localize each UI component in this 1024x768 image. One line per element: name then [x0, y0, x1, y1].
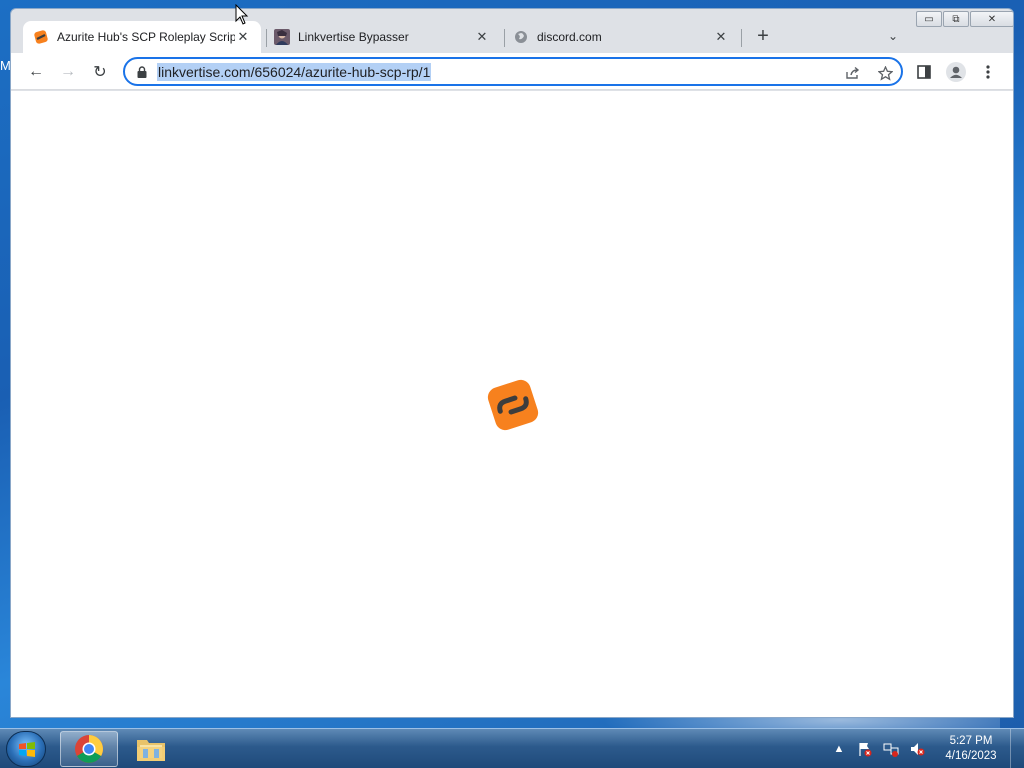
share-icon[interactable]	[843, 63, 863, 83]
tab-title: Azurite Hub's SCP Roleplay Scrip	[57, 30, 235, 44]
menu-kebab-icon[interactable]	[975, 59, 1001, 85]
windows-logo-icon	[19, 742, 35, 757]
minimize-button[interactable]: ▭	[916, 11, 942, 27]
system-clock[interactable]: 5:27 PM 4/16/2023	[938, 734, 1004, 764]
tab-title: Linkvertise Bypasser	[298, 30, 409, 44]
linkvertise-loading-logo	[487, 379, 539, 431]
globe-icon	[513, 29, 529, 45]
close-tab-icon[interactable]: ✕	[235, 29, 251, 45]
forward-button[interactable]: →	[55, 59, 81, 85]
volume-muted-icon[interactable]	[906, 738, 928, 760]
chrome-icon	[75, 735, 103, 763]
close-tab-icon[interactable]: ✕	[474, 29, 490, 45]
network-icon[interactable]	[880, 738, 902, 760]
taskbar: ▲ 5:27 PM 4/16/2023	[0, 728, 1024, 768]
profile-avatar-icon[interactable]	[943, 59, 969, 85]
address-bar[interactable]: linkvertise.com/656024/azurite-hub-scp-r…	[123, 57, 903, 86]
lock-icon[interactable]	[135, 65, 149, 79]
clock-date: 4/16/2023	[945, 750, 997, 762]
taskbar-explorer-app[interactable]	[122, 731, 180, 767]
tab-discord[interactable]: discord.com ✕	[503, 21, 739, 53]
taskbar-chrome-app[interactable]	[60, 731, 118, 767]
tab-separator	[741, 29, 742, 47]
browser-window: ▭ ⧉ ✕ Azurite Hub's SCP Roleplay Scrip ✕…	[10, 8, 1014, 718]
show-desktop-button[interactable]	[1010, 729, 1024, 768]
side-panel-icon[interactable]	[911, 59, 937, 85]
tab-strip: ▭ ⧉ ✕ Azurite Hub's SCP Roleplay Scrip ✕…	[11, 9, 1013, 53]
reload-button[interactable]: ↻	[87, 59, 113, 85]
show-hidden-icons-arrow[interactable]: ▲	[828, 738, 850, 760]
tab-search-chevron-icon[interactable]: ⌄	[883, 26, 903, 46]
start-button[interactable]	[6, 731, 46, 767]
folder-icon	[137, 740, 165, 761]
back-button[interactable]: ←	[23, 59, 49, 85]
mouse-cursor-icon	[235, 4, 249, 25]
avatar-favicon	[274, 29, 290, 45]
browser-toolbar: ← → ↻ linkvertise.com/656024/azurite-hub…	[11, 53, 1013, 90]
new-tab-button[interactable]: +	[751, 24, 775, 48]
linkvertise-favicon	[33, 29, 49, 45]
action-center-flag-icon[interactable]	[854, 738, 876, 760]
tab-linkvertise-bypasser[interactable]: Linkvertise Bypasser ✕	[264, 21, 500, 53]
system-tray: ▲ 5:27 PM 4/16/2023	[826, 729, 1024, 768]
tab-azurite-hub[interactable]: Azurite Hub's SCP Roleplay Scrip ✕	[23, 21, 261, 53]
tab-title: discord.com	[537, 30, 602, 44]
bookmark-star-icon[interactable]	[875, 63, 895, 83]
window-controls: ▭ ⧉ ✕	[915, 11, 1013, 27]
restore-button[interactable]: ⧉	[943, 11, 969, 27]
clock-time: 5:27 PM	[949, 735, 993, 747]
page-content	[11, 91, 1013, 717]
close-window-button[interactable]: ✕	[970, 11, 1013, 27]
close-tab-icon[interactable]: ✕	[713, 29, 729, 45]
url-text[interactable]: linkvertise.com/656024/azurite-hub-scp-r…	[157, 63, 432, 81]
